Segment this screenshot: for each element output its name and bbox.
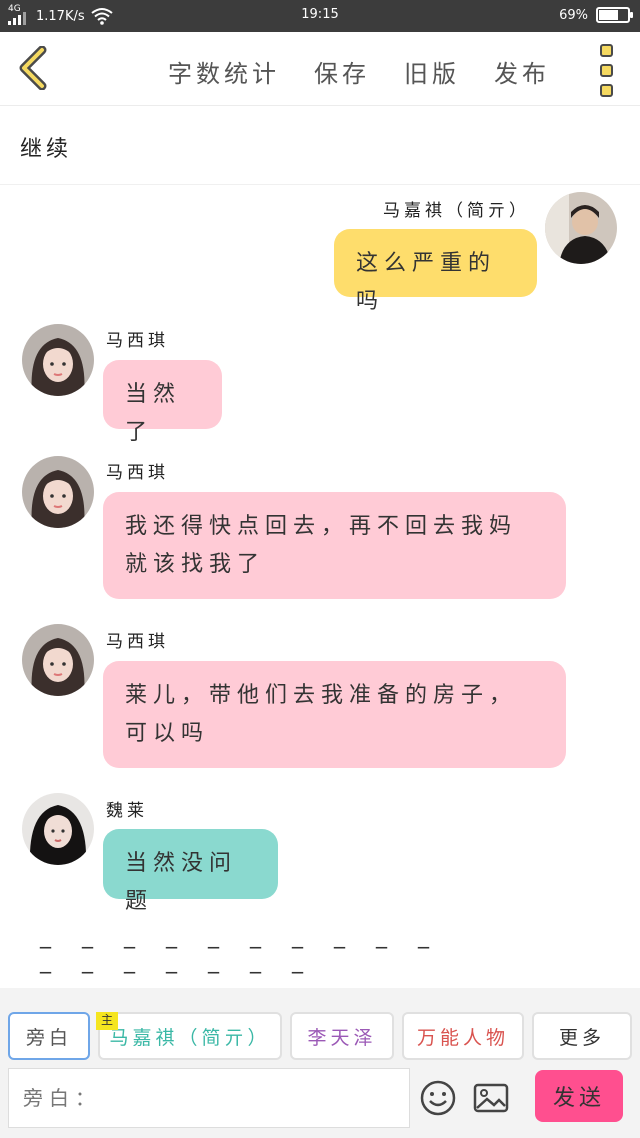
old-version-button[interactable]: 旧版	[404, 54, 460, 89]
role-label: 旁白	[25, 1026, 72, 1049]
sender-name: 魏莱	[106, 801, 148, 821]
message-bubble[interactable]: 当然没问题	[103, 829, 278, 914]
continue-label: 继续	[20, 137, 73, 162]
more-roles-button[interactable]: 更多	[532, 1012, 632, 1060]
avatar[interactable]	[22, 624, 94, 696]
battery-percent: 69%	[559, 7, 588, 23]
role-label: 更多	[558, 1026, 605, 1049]
message-bubble[interactable]: 这么严重的吗	[334, 229, 537, 314]
battery-icon	[596, 7, 633, 23]
image-icon[interactable]	[471, 1078, 511, 1118]
chat-area: 马嘉祺（简亓） 这么严重的吗 马西琪 当然了 马西琪 我还得快点回去，再不回去我…	[0, 186, 640, 986]
sender-name: 马嘉祺（简亓）	[383, 201, 530, 221]
avatar[interactable]	[22, 793, 94, 865]
sender-name: 马西琪	[106, 632, 169, 652]
role-narrator[interactable]: 旁白	[8, 1012, 90, 1060]
send-button[interactable]: 发送	[535, 1070, 623, 1122]
emoji-icon[interactable]	[418, 1078, 458, 1118]
sender-name: 马西琪	[106, 463, 169, 483]
bottom-panel: 旁白 主 马嘉祺（简亓） 李天泽 万能人物 更多 发送	[0, 988, 640, 1138]
role-main-character[interactable]: 主 马嘉祺（简亓）	[96, 1012, 282, 1060]
chevron-left-icon[interactable]	[14, 46, 54, 90]
continue-row[interactable]: 继续	[0, 107, 640, 185]
role-label: 万能人物	[416, 1026, 509, 1049]
role-selector: 旁白 主 马嘉祺（简亓） 李天泽 万能人物 更多	[8, 1012, 640, 1060]
role-label: 李天泽	[307, 1026, 377, 1049]
clock: 19:15	[301, 7, 339, 22]
send-label: 发送	[552, 1086, 605, 1111]
more-menu-icon[interactable]	[600, 44, 614, 97]
message-input[interactable]	[9, 1069, 409, 1127]
sender-name: 马西琪	[106, 331, 169, 351]
avatar[interactable]	[545, 192, 617, 264]
avatar[interactable]	[22, 324, 94, 396]
role-li-tianze[interactable]: 李天泽	[290, 1012, 394, 1060]
message-input-box	[8, 1068, 410, 1128]
message-bubble[interactable]: 当然了	[103, 360, 222, 445]
word-count-button[interactable]: 字数统计	[168, 54, 280, 89]
message-bubble[interactable]: 莱儿，带他们去我准备的房子，可以吗	[103, 661, 566, 768]
role-universal-character[interactable]: 万能人物	[402, 1012, 524, 1060]
avatar[interactable]	[22, 456, 94, 528]
top-nav: 字数统计 保存 旧版 发布	[168, 54, 550, 89]
status-bar: 4G 1.17K/s 19:15 69%	[0, 0, 640, 32]
message-bubble[interactable]: 我还得快点回去，再不回去我妈就该找我了	[103, 492, 566, 599]
main-badge: 主	[96, 1012, 118, 1030]
role-label: 马嘉祺（简亓）	[109, 1026, 271, 1049]
top-bar: 字数统计 保存 旧版 发布	[0, 32, 640, 106]
save-button[interactable]: 保存	[314, 54, 370, 89]
publish-button[interactable]: 发布	[494, 54, 550, 89]
divider-text: _ _ _ _ _ _ _ _ _ _ _ _ _ _ _ _ _	[40, 924, 441, 974]
